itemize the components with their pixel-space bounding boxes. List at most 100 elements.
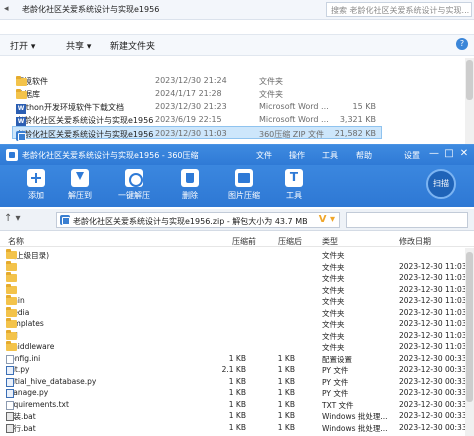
- explorer-path[interactable]: 老龄化社区关爱系统设计与实现e1956: [22, 4, 159, 15]
- folder-icon: [6, 272, 17, 282]
- add-icon: [27, 169, 45, 187]
- zip-file-row[interactable]: bin 文件夹 2023-12-30 11:03: [0, 260, 467, 272]
- menu-tools[interactable]: 工具: [322, 150, 338, 161]
- zip-file-type: 文件夹: [322, 297, 345, 306]
- zip-file-row[interactable]: 运行.bat 1 KB 1 KB Windows 批处理... 2023-12-30 0…: [0, 422, 467, 434]
- zip-file-name: main: [6, 295, 25, 305]
- add-button[interactable]: 添加: [14, 169, 58, 201]
- scan-button[interactable]: 扫描: [426, 169, 456, 199]
- zip-file-name-text: requirements.txt: [6, 399, 69, 409]
- explorer-row[interactable]: 数据库 2024/1/17 21:28 文件夹: [0, 87, 474, 100]
- zip-file-row[interactable]: config.ini 1 KB 1 KB 配置设置 2023-12-30 00:33: [0, 353, 467, 364]
- delete-button[interactable]: 删除: [168, 169, 212, 201]
- zip-file-row[interactable]: media 文件夹 2023-12-30 11:03: [0, 306, 467, 318]
- menu-file[interactable]: 文件: [256, 150, 272, 161]
- zip-file-row[interactable]: initial_hive_database.py 1 KB 1 KB PY 文件 202…: [0, 376, 467, 387]
- tools-button[interactable]: 工具: [272, 169, 316, 201]
- back-arrow-icon[interactable]: ◂: [4, 4, 9, 14]
- explorer-scrollbar[interactable]: [465, 58, 474, 144]
- explorer-row-size: 3,321 KB: [339, 115, 376, 124]
- explorer-row-name: 数据库: [16, 89, 40, 100]
- file-icon: [6, 354, 14, 364]
- extract-to-button[interactable]: 解压到: [58, 169, 102, 201]
- zip-file-packed: 1 KB: [277, 353, 295, 363]
- explorer-row[interactable]: 环境软件 2023/12/30 21:24 文件夹: [0, 74, 474, 87]
- open-button[interactable]: 打开 ▾: [10, 39, 35, 52]
- zip-file-date: 2023-12-30 11:03: [399, 319, 467, 328]
- zip-scrollbar[interactable]: [465, 248, 474, 436]
- zip-file-row[interactable]: .. (上级目录) 文件夹: [0, 249, 465, 260]
- explorer-row-type: Microsoft Word ...: [259, 102, 329, 111]
- col-packed-size[interactable]: 压缩后: [278, 236, 302, 247]
- image-compress-button[interactable]: 图片压缩: [222, 169, 266, 201]
- zip-file-row[interactable]: xmiddleware 文件夹 2023-12-30 11:03: [0, 341, 467, 352]
- zip-file-name: dj2: [6, 283, 18, 294]
- explorer-address-bar: ◂ 老龄化社区关爱系统设计与实现e1956 搜索 老龄化社区关爱系统设计与实现.…: [0, 0, 474, 20]
- zip-file-name: config.ini: [6, 354, 40, 364]
- minimize-icon[interactable]: —: [428, 148, 440, 160]
- explorer-row-name: 老龄化社区关爱系统设计与实现e1956: [16, 129, 153, 141]
- zip-file-row[interactable]: util 文件夹 2023-12-30 11:03: [0, 329, 467, 341]
- close-icon[interactable]: ✕: [458, 148, 470, 160]
- zip-file-row[interactable]: manage.py 1 KB 1 KB PY 文件 2023-12-30 00:33: [0, 387, 467, 398]
- zip-file-row[interactable]: main 文件夹 2023-12-30 11:03: [0, 295, 467, 306]
- zip-file-orig: 1 KB: [228, 376, 246, 386]
- explorer-row[interactable]: 老龄化社区关爱系统设计与实现e1956 2023/12/30 11:03 360压缩…: [12, 126, 382, 141]
- one-click-extract-button[interactable]: 一键解压: [112, 169, 156, 201]
- zip-file-name: db: [6, 272, 17, 282]
- zip-file-row[interactable]: db 文件夹 2023-12-30 11:03: [0, 272, 467, 283]
- chevron-down-icon[interactable]: V ▾: [319, 214, 335, 225]
- col-modified[interactable]: 修改日期: [399, 236, 431, 247]
- zip-file-date: 2023-12-30 11:03: [399, 330, 467, 340]
- open-label: 打开: [10, 42, 29, 52]
- zip-file-orig: 2.1 KB: [221, 365, 246, 374]
- zip-file-row[interactable]: dj2 文件夹 2023-12-30 11:03: [0, 283, 467, 295]
- explorer-search-input[interactable]: 搜索 老龄化社区关爱系统设计与实现...: [326, 2, 472, 17]
- zip-file-date: 2023-12-30 00:33: [399, 365, 467, 374]
- zip-file-date: 2023-12-30 11:03: [399, 273, 467, 282]
- folder-icon: [6, 341, 17, 351]
- zip-file-row[interactable]: templates 文件夹 2023-12-30 11:03: [0, 318, 467, 329]
- up-arrow-icon[interactable]: ↑ ▾: [4, 213, 21, 224]
- zip-file-row[interactable]: 安装.bat 1 KB 1 KB Windows 批处理... 2023-12-30 0…: [0, 410, 467, 422]
- zip-search-input[interactable]: [346, 212, 468, 228]
- share-button[interactable]: 共享 ▾: [66, 39, 91, 52]
- zip-file-name: templates: [6, 318, 44, 328]
- folder-icon: [6, 295, 17, 305]
- new-folder-button[interactable]: 新建文件夹: [110, 39, 155, 52]
- col-name[interactable]: 名称: [8, 236, 24, 247]
- zip-file-packed: 1 KB: [277, 376, 295, 386]
- folder-icon: [16, 76, 27, 86]
- zip-file-row[interactable]: requirements.txt 1 KB 1 KB TXT 文件 2023-12-30…: [0, 399, 467, 410]
- zip-file-name: initial_hive_database.py: [6, 376, 97, 387]
- zip-column-header: 名称 压缩前 压缩后 类型 修改日期: [0, 234, 474, 247]
- zip-file-date: 2023-12-30 00:33: [399, 353, 467, 363]
- col-original-size[interactable]: 压缩前: [232, 236, 256, 247]
- zip-window-title: 老龄化社区关爱系统设计与实现e1956 - 360压缩: [22, 151, 199, 160]
- zip-path-text: 老龄化社区关爱系统设计与实现e1956.zip - 解包大小为 43.7 MB: [73, 217, 308, 226]
- col-type[interactable]: 类型: [322, 236, 338, 247]
- add-label: 添加: [28, 191, 44, 200]
- explorer-row[interactable]: W 老龄化社区关爱系统设计与实现e1956 2023/6/19 22:15 Micro…: [0, 113, 474, 127]
- maximize-icon[interactable]: □: [443, 148, 455, 160]
- share-label: 共享: [66, 42, 85, 52]
- zip-file-packed: 1 KB: [277, 399, 295, 409]
- settings-button[interactable]: 设置: [404, 150, 420, 161]
- explorer-row-date: 2023/12/30 21:24: [155, 76, 227, 85]
- menu-operation[interactable]: 操作: [289, 150, 305, 161]
- zip-file-name-text: initial_hive_database.py: [6, 376, 97, 386]
- zip-path-field[interactable]: 老龄化社区关爱系统设计与实现e1956.zip - 解包大小为 43.7 MB …: [56, 212, 340, 228]
- help-icon[interactable]: ?: [456, 38, 468, 50]
- explorer-row[interactable]: Wpython开发环境软件下载文档 2023/12/30 21:23 Microso…: [0, 100, 474, 114]
- folder-icon: [6, 318, 17, 328]
- zip-file-date: 2023-12-30 11:03: [399, 284, 467, 294]
- image-compress-icon: [235, 169, 253, 187]
- oneclick-label: 一键解压: [118, 191, 150, 200]
- menu-help[interactable]: 帮助: [356, 150, 372, 161]
- zip-file-name: 安装.bat: [6, 411, 36, 422]
- zip-file-packed: 1 KB: [277, 411, 295, 420]
- zip-file-name: 运行.bat: [6, 423, 36, 434]
- zip-file-orig: 1 KB: [228, 388, 246, 397]
- zip-file-row[interactable]: init.py 2.1 KB 1 KB PY 文件 2023-12-30 00:33: [0, 364, 467, 375]
- zip-file-type: 文件夹: [322, 285, 345, 295]
